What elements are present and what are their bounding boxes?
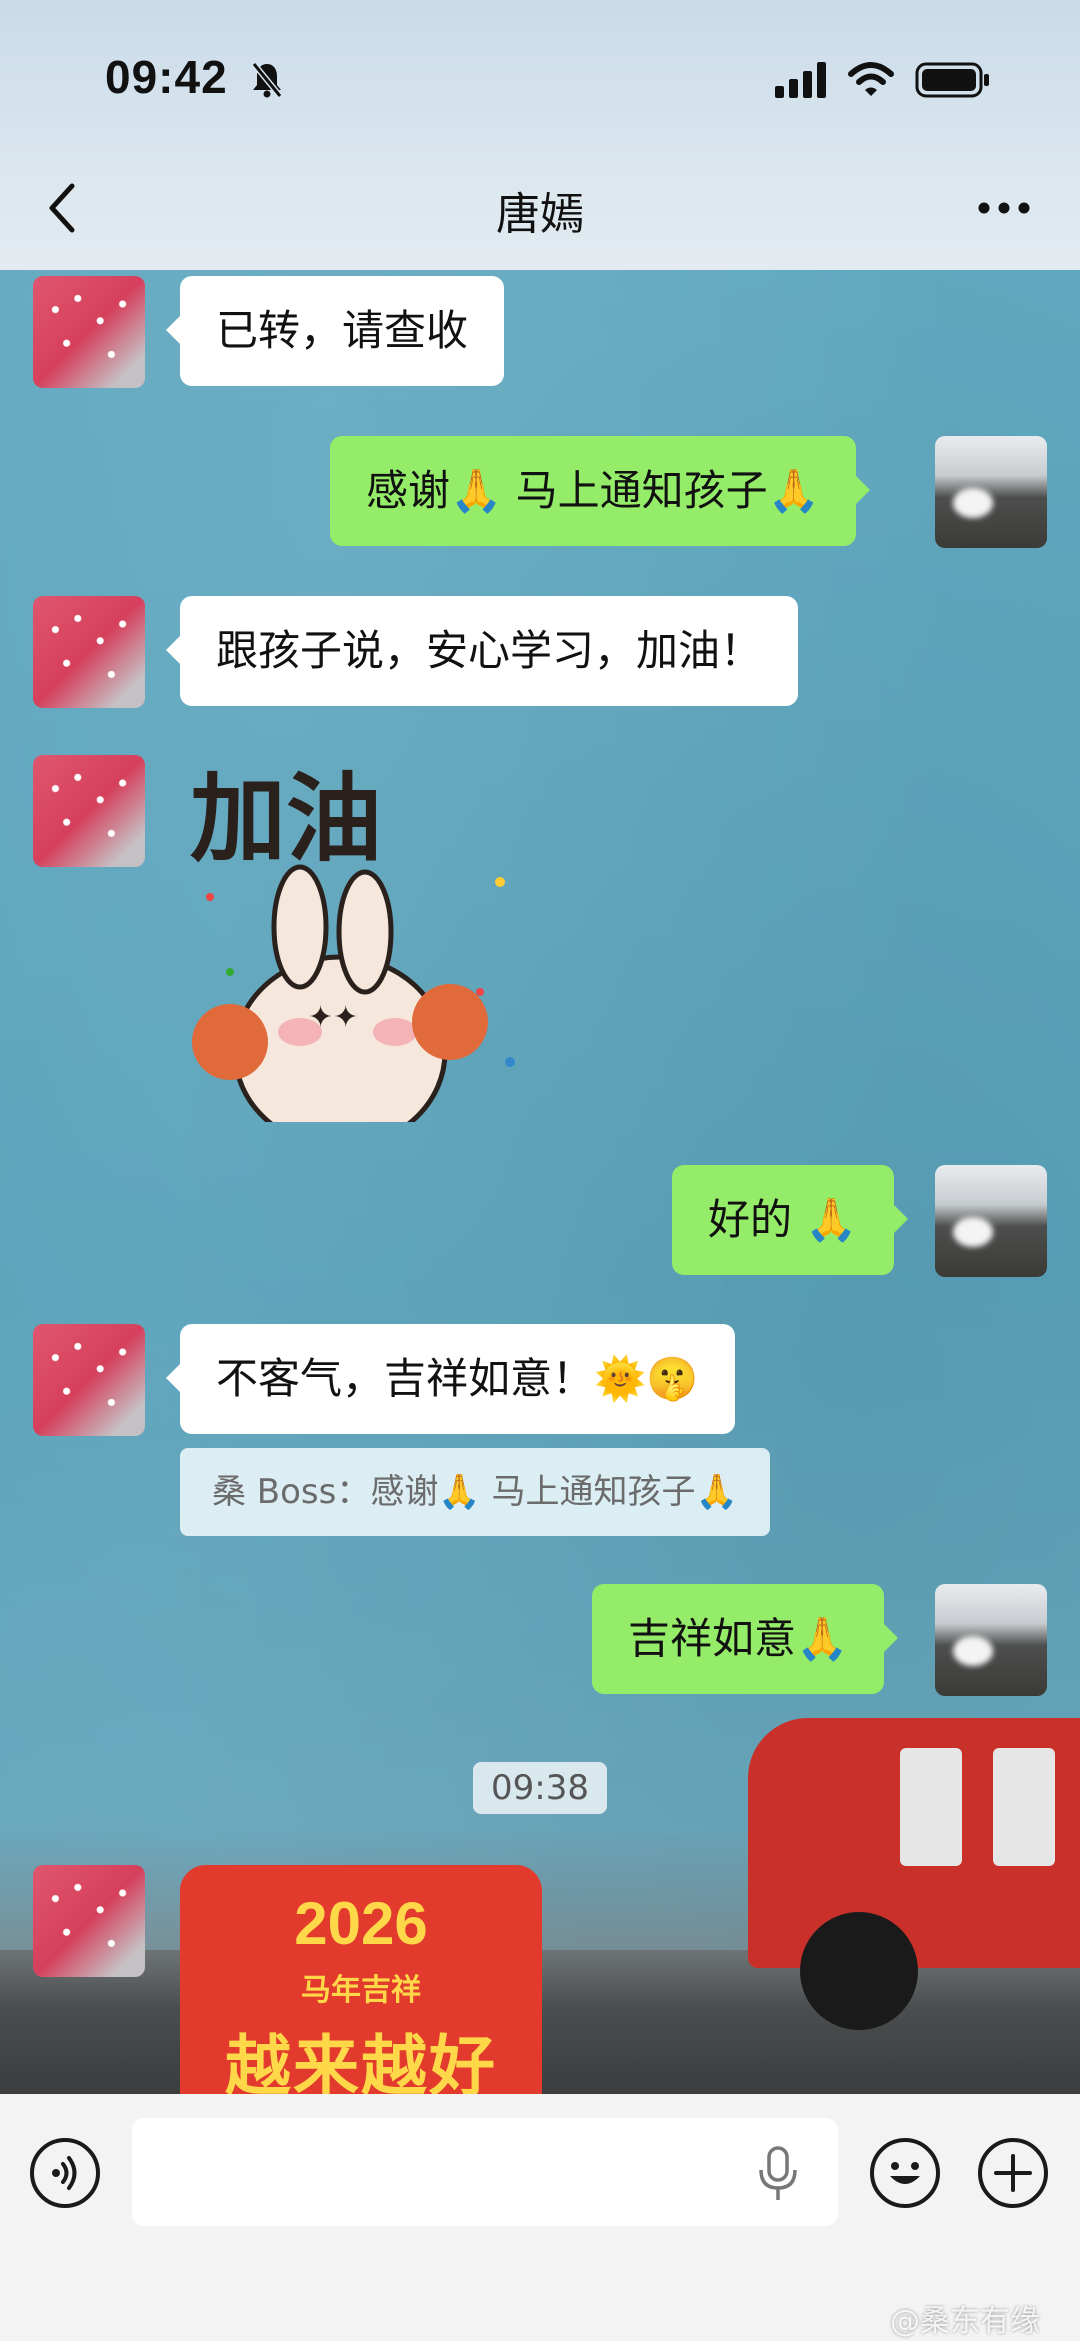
chat-title: 唐嫣 <box>496 189 584 240</box>
wifi-icon <box>848 62 894 96</box>
avatar[interactable] <box>935 1584 1047 1696</box>
battery-icon <box>915 62 989 98</box>
car-window <box>900 1748 962 1866</box>
chat-timestamp: 09:38 <box>473 1762 607 1814</box>
message-bubble[interactable]: 不客气，吉祥如意！🌞🤫 <box>166 1324 735 1434</box>
message-bubble[interactable]: 跟孩子说，安心学习，加油！ <box>165 596 799 706</box>
plus-icon[interactable] <box>978 2138 1048 2208</box>
watermark: @桑东有缘 <box>890 2304 1040 2339</box>
avatar[interactable] <box>33 1324 145 1436</box>
car-window <box>993 1748 1055 1866</box>
status-time: 09:42 <box>105 51 228 103</box>
message-input[interactable] <box>132 2118 838 2226</box>
signal-icon <box>775 62 826 98</box>
sticker-main-text: 越来越好 <box>225 2028 497 2095</box>
avatar[interactable] <box>33 276 145 388</box>
avatar[interactable] <box>935 1165 1047 1277</box>
sticker-jiayou[interactable]: 加油 ✦✦ <box>180 752 540 1150</box>
microphone-icon[interactable] <box>756 2146 800 2202</box>
avatar[interactable] <box>935 436 1047 548</box>
message-bubble[interactable]: 感谢🙏 马上通知孩子🙏 <box>330 436 870 546</box>
message-bubble[interactable]: 已转，请查收 <box>165 276 505 386</box>
avatar[interactable] <box>33 1865 145 1977</box>
voice-mode-icon[interactable] <box>30 2138 100 2208</box>
more-horizontal-icon[interactable] <box>976 198 1032 218</box>
sticker-subtitle: 马年吉祥 <box>301 1973 421 2008</box>
message-bubble[interactable]: 吉祥如意🙏 <box>592 1584 899 1694</box>
car-wheel <box>800 1912 918 2030</box>
sticker-year: 2026 <box>294 1890 428 1957</box>
svg-text:✦✦: ✦✦ <box>308 1000 358 1035</box>
bell-off-icon <box>251 62 283 98</box>
sticker-text: 加油 <box>190 763 382 875</box>
sticker-2026[interactable]: 2026 马年吉祥 越来越好 <box>180 1865 542 2095</box>
emoji-icon[interactable] <box>870 2138 940 2208</box>
avatar[interactable] <box>33 755 145 867</box>
quoted-message[interactable]: 桑 Boss：感谢🙏 马上通知孩子🙏 <box>180 1448 770 1536</box>
message-bubble[interactable]: 好的 🙏 <box>672 1165 908 1275</box>
avatar[interactable] <box>33 596 145 708</box>
